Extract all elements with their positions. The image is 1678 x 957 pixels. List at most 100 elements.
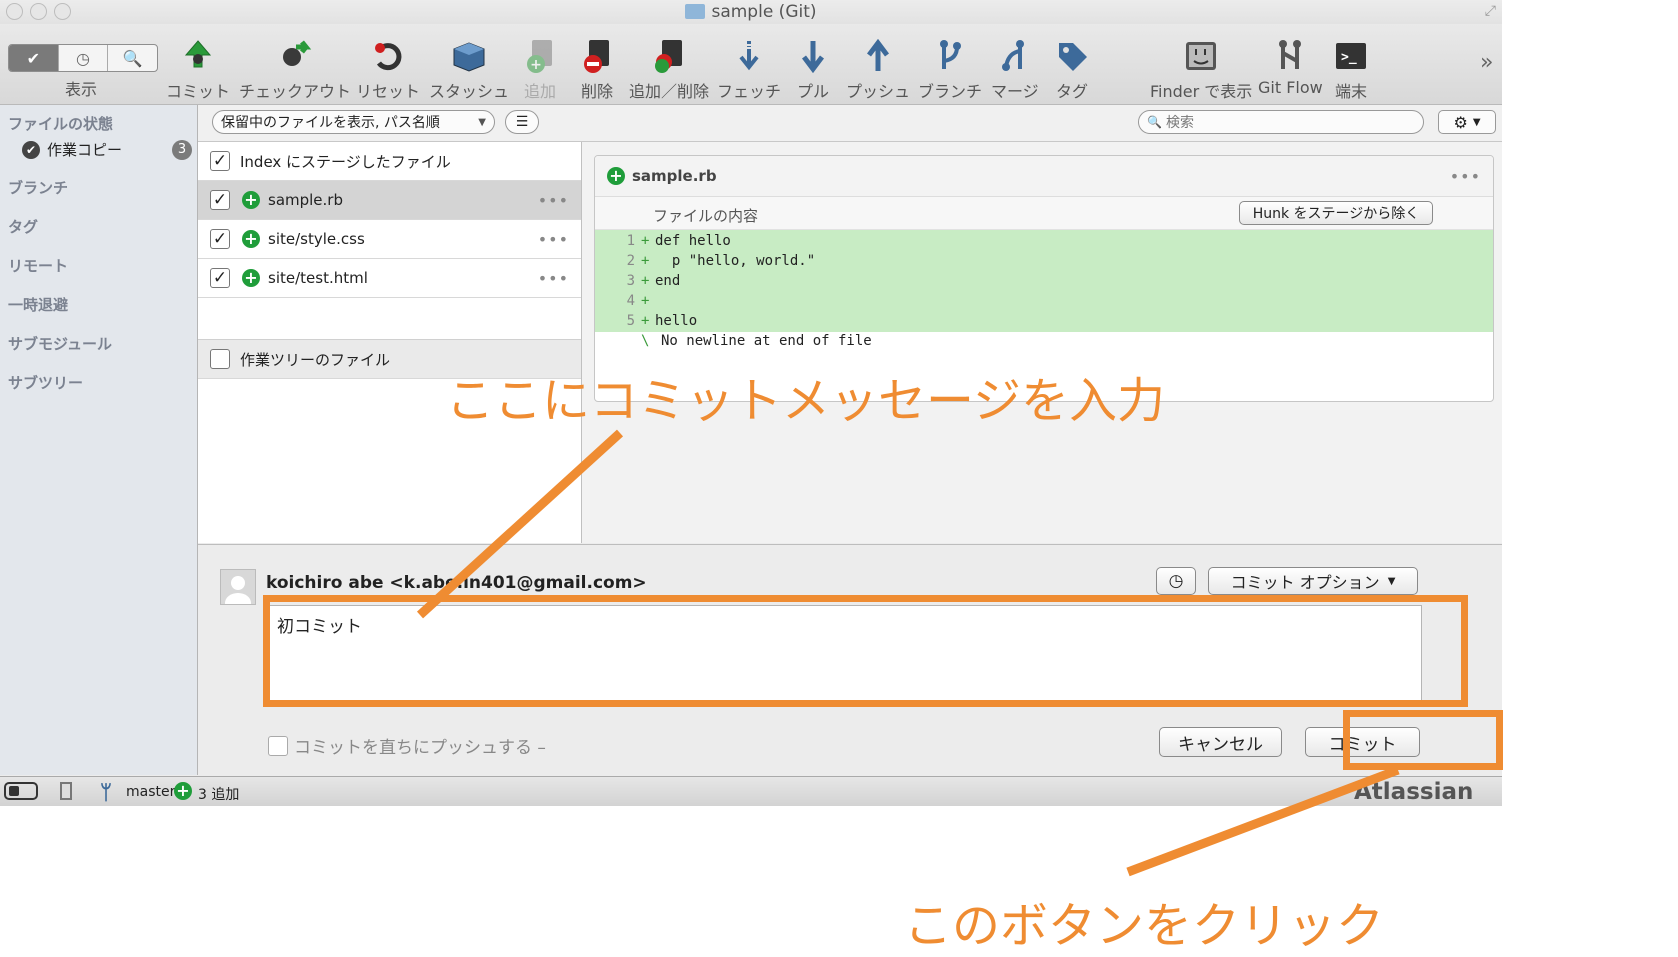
fullscreen-icon[interactable]: ⤢	[1485, 3, 1496, 19]
tag-toolbar-button[interactable]: タグ	[1052, 36, 1092, 102]
stash-toolbar-button[interactable]: スタッシュ	[429, 36, 509, 102]
annotation-click-button: このボタンをクリック	[904, 898, 1385, 954]
file-row[interactable]: ✓ + site/style.css •••	[198, 220, 581, 259]
added-file-icon: +	[242, 269, 260, 287]
hunk-header: ファイルの内容 Hunk をステージから除く	[595, 197, 1493, 230]
commit-toolbar-button[interactable]: コミット	[166, 36, 230, 102]
more-options-icon[interactable]: •••	[538, 230, 569, 249]
fetch-icon	[729, 36, 769, 76]
added-file-icon: +	[174, 782, 192, 800]
commit-options-dropdown[interactable]: コミット オプション ▼	[1208, 567, 1418, 595]
search-view-icon[interactable]: 🔍	[108, 45, 157, 71]
push-immediately-option[interactable]: コミットを直ちにプッシュする –	[268, 733, 546, 758]
file-checkbox[interactable]: ✓	[210, 190, 230, 210]
push-icon	[858, 36, 898, 76]
add-remove-icon	[649, 36, 689, 76]
gear-icon: ⚙	[1453, 112, 1468, 132]
pull-icon	[793, 36, 833, 76]
settings-dropdown-button[interactable]: ⚙ ▼	[1438, 110, 1496, 134]
add-toolbar-button[interactable]: + 追加	[520, 36, 560, 102]
panel-toggle-icon[interactable]	[60, 782, 72, 800]
chevron-down-icon: ▼	[1387, 575, 1396, 587]
current-branch: master	[126, 784, 176, 800]
cancel-button[interactable]: キャンセル	[1159, 727, 1282, 757]
sidebar-tags[interactable]: タグ	[8, 216, 38, 237]
view-mode-segmented-control[interactable]: ✔ ◷ 🔍	[8, 44, 158, 72]
pull-toolbar-button[interactable]: プル	[793, 36, 833, 102]
svg-text:+: +	[530, 57, 542, 73]
added-file-icon: +	[607, 167, 625, 185]
diff-line: 2 + p "hello, world."	[595, 250, 1493, 272]
window-title: sample (Git)	[0, 2, 1502, 22]
merge-toolbar-button[interactable]: マージ	[991, 36, 1039, 102]
file-checkbox[interactable]: ✓	[210, 229, 230, 249]
search-field[interactable]: 🔍 検索	[1138, 110, 1424, 134]
git-flow-icon	[1270, 36, 1310, 76]
file-checkbox[interactable]: ✓	[210, 268, 230, 288]
chevron-down-icon: ▼	[1472, 116, 1481, 128]
tag-icon	[1052, 36, 1092, 76]
title-bar: sample (Git) ⤢	[0, 0, 1502, 24]
file-row[interactable]: ✓ + sample.rb •••	[198, 181, 581, 220]
file-row[interactable]: ✓ + site/test.html •••	[198, 259, 581, 298]
staged-checkbox[interactable]: ✓	[210, 151, 230, 171]
view-label: 表示	[65, 80, 98, 99]
more-options-icon[interactable]: •••	[538, 191, 569, 210]
finder-toolbar-button[interactable]: Finder で表示	[1150, 36, 1252, 102]
merge-icon	[995, 36, 1035, 76]
add-icon: +	[520, 36, 560, 76]
more-options-icon[interactable]: •••	[538, 269, 569, 288]
terminal-toolbar-button[interactable]: >_ 端末	[1331, 36, 1371, 102]
diff-file-header: + sample.rb •••	[595, 156, 1493, 197]
staged-files-header[interactable]: ✓ Index にステージしたファイル	[198, 142, 581, 181]
terminal-icon: >_	[1331, 36, 1371, 76]
diff-line: 4 +	[595, 290, 1493, 312]
sidebar-item-working-copy[interactable]: ✔ 作業コピー 3	[22, 139, 192, 160]
search-icon: 🔍	[1147, 115, 1162, 129]
file-status-view-icon[interactable]: ✔	[9, 45, 59, 71]
list-view-options-button[interactable]: ☰	[505, 110, 539, 134]
branch-icon	[930, 36, 970, 76]
fetch-toolbar-button[interactable]: フェッチ	[717, 36, 781, 102]
filter-bar: 保留中のファイルを表示, パス名順 ▼ ☰ 🔍 検索 ⚙ ▼	[198, 105, 1502, 142]
toolbar-overflow-icon[interactable]: »	[1480, 50, 1493, 75]
list-icon: ☰	[515, 114, 529, 130]
push-immediately-checkbox[interactable]	[268, 735, 288, 756]
folder-icon	[685, 4, 706, 19]
annotation-highlight-message-box	[263, 595, 1468, 707]
sidebar-stashes[interactable]: 一時退避	[8, 294, 68, 315]
diff-line: 3 + end	[595, 270, 1493, 292]
stash-icon	[449, 36, 489, 76]
unstage-hunk-button[interactable]: Hunk をステージから除く	[1239, 201, 1433, 225]
toolbar: ✔ ◷ 🔍 表示 コミット チェックアウト リセット スタッシュ + 追加 削除	[0, 24, 1502, 105]
sidebar-remotes[interactable]: リモート	[8, 255, 68, 276]
push-toolbar-button[interactable]: プッシュ	[846, 36, 910, 102]
branch-icon: ᛘ	[100, 780, 112, 804]
sidebar-submodules[interactable]: サブモジュール	[8, 333, 112, 354]
sidebar-branches[interactable]: ブランチ	[8, 177, 68, 198]
git-flow-toolbar-button[interactable]: Git Flow	[1258, 36, 1323, 97]
sidebar-toggle-icon[interactable]	[4, 782, 38, 800]
file-filter-dropdown[interactable]: 保留中のファイルを表示, パス名順 ▼	[212, 110, 495, 134]
added-count: 3 追加	[198, 787, 240, 803]
sidebar-file-status[interactable]: ファイルの状態	[8, 113, 113, 134]
sidebar-subtrees[interactable]: サブツリー	[8, 372, 83, 393]
branch-toolbar-button[interactable]: ブランチ	[918, 36, 982, 102]
working-copy-check-icon: ✔	[22, 140, 40, 159]
svg-text:>_: >_	[1341, 50, 1357, 65]
reset-toolbar-button[interactable]: リセット	[356, 36, 420, 102]
unstaged-checkbox[interactable]	[210, 349, 230, 369]
added-file-icon: +	[242, 230, 260, 248]
checkout-toolbar-button[interactable]: チェックアウト	[239, 36, 351, 102]
more-options-icon[interactable]: •••	[1450, 167, 1481, 186]
diff-no-newline-line: \ No newline at end of file	[641, 333, 872, 349]
log-history-view-icon[interactable]: ◷	[59, 45, 109, 71]
sidebar: ファイルの状態 ✔ 作業コピー 3 ブランチ タグ リモート 一時退避 サブモジ…	[0, 105, 198, 775]
chevron-down-icon: ▼	[478, 116, 486, 128]
diff-line: 5 + hello	[595, 310, 1493, 332]
remove-toolbar-button[interactable]: 削除	[577, 36, 617, 102]
commit-icon	[178, 36, 218, 76]
history-button[interactable]: ◷	[1156, 567, 1196, 595]
add-remove-toolbar-button[interactable]: 追加／削除	[629, 36, 709, 102]
reset-icon	[368, 36, 408, 76]
